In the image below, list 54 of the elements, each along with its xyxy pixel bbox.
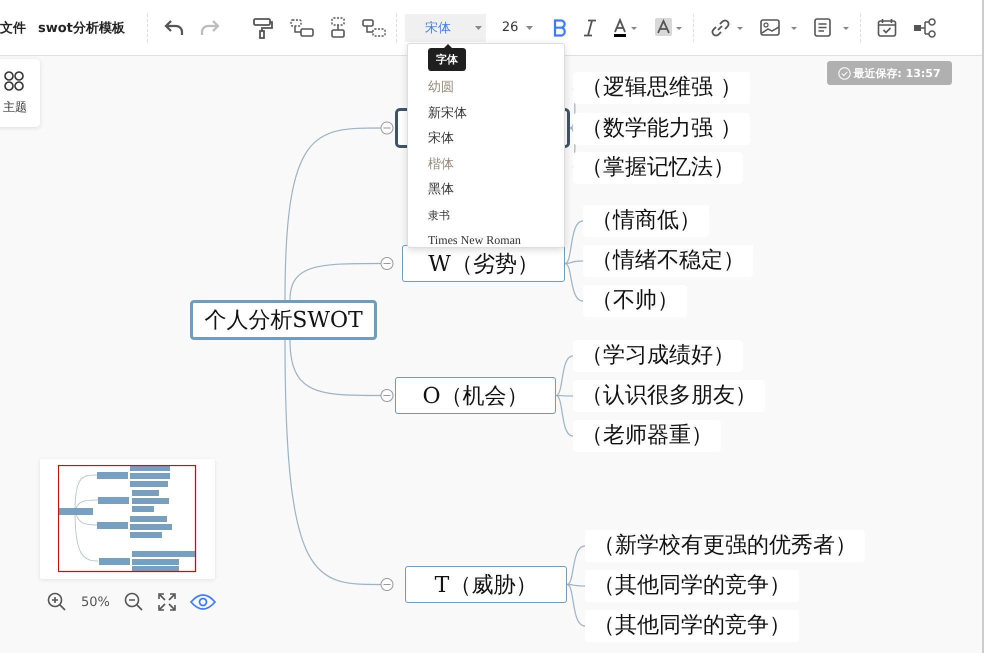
- zoom-in-icon[interactable]: [47, 592, 67, 612]
- topic-node[interactable]: W（劣势）: [402, 245, 565, 282]
- link-icon[interactable]: [710, 18, 744, 38]
- theme-button[interactable]: 主题: [0, 59, 40, 127]
- collapse-toggle[interactable]: [380, 257, 394, 270]
- collapse-toggle[interactable]: [380, 122, 394, 134]
- parent-topic-icon[interactable]: [362, 18, 386, 38]
- note-icon[interactable]: [814, 18, 850, 38]
- calendar-icon[interactable]: [877, 18, 898, 38]
- undo-icon[interactable]: [164, 18, 184, 36]
- image-icon[interactable]: [760, 18, 798, 38]
- caret-icon: [526, 26, 534, 30]
- structure-icon[interactable]: [913, 18, 938, 38]
- font-option[interactable]: 隶书: [428, 202, 564, 228]
- subtopic[interactable]: （情商低）: [583, 205, 709, 237]
- zoom-out-icon[interactable]: [124, 592, 144, 612]
- theme-icon: [4, 70, 26, 90]
- subtopic[interactable]: （学习成绩好）: [573, 340, 743, 372]
- italic-icon[interactable]: [583, 18, 598, 36]
- theme-label: 主题: [3, 98, 27, 116]
- eye-icon[interactable]: [190, 593, 216, 611]
- font-size-select[interactable]: 26: [502, 20, 534, 35]
- subtopic[interactable]: （不帅）: [583, 285, 687, 317]
- file-menu[interactable]: 文件: [0, 18, 26, 36]
- format-painter-icon[interactable]: [252, 16, 274, 38]
- root-topic[interactable]: 个人分析SWOT: [190, 300, 377, 340]
- collapse-toggle[interactable]: [380, 389, 394, 402]
- bold-icon[interactable]: [553, 18, 568, 36]
- subtopic[interactable]: （情绪不稳定）: [583, 245, 753, 277]
- save-status-text: 最近保存: 13:57: [853, 66, 941, 80]
- subtopic[interactable]: （逻辑思维强 ）: [573, 72, 750, 104]
- font-option[interactable]: 新宋体: [428, 100, 564, 126]
- subtopic[interactable]: （其他同学的竞争）: [585, 570, 799, 602]
- font-option[interactable]: 黑体: [428, 177, 564, 202]
- highlight-color-icon[interactable]: [655, 18, 684, 38]
- subtopic[interactable]: （掌握记忆法）: [573, 152, 743, 184]
- subtopic[interactable]: （认识很多朋友）: [573, 380, 765, 412]
- subtopic[interactable]: （其他同学的竞争）: [585, 610, 799, 642]
- subtopic[interactable]: （老师器重）: [573, 420, 721, 452]
- child-topic-icon[interactable]: [290, 18, 314, 38]
- topic-node[interactable]: O（机会）: [395, 377, 556, 414]
- sibling-topic-icon[interactable]: [330, 16, 346, 38]
- check-circle-icon: [838, 66, 852, 80]
- collapse-toggle[interactable]: [380, 578, 394, 591]
- subtopic[interactable]: （新学校有更强的优秀者）: [585, 530, 865, 562]
- subtopic[interactable]: （数学能力强 ）: [573, 113, 750, 145]
- topic-node[interactable]: T（威胁）: [405, 566, 567, 603]
- fit-screen-icon[interactable]: [158, 593, 176, 611]
- text-color-icon[interactable]: [613, 18, 640, 38]
- minimap[interactable]: [40, 459, 215, 579]
- caret-icon: [474, 26, 482, 30]
- font-option[interactable]: 宋体: [428, 126, 564, 152]
- zoom-level: 50%: [81, 594, 110, 610]
- document-title: swot分析模板: [38, 20, 125, 36]
